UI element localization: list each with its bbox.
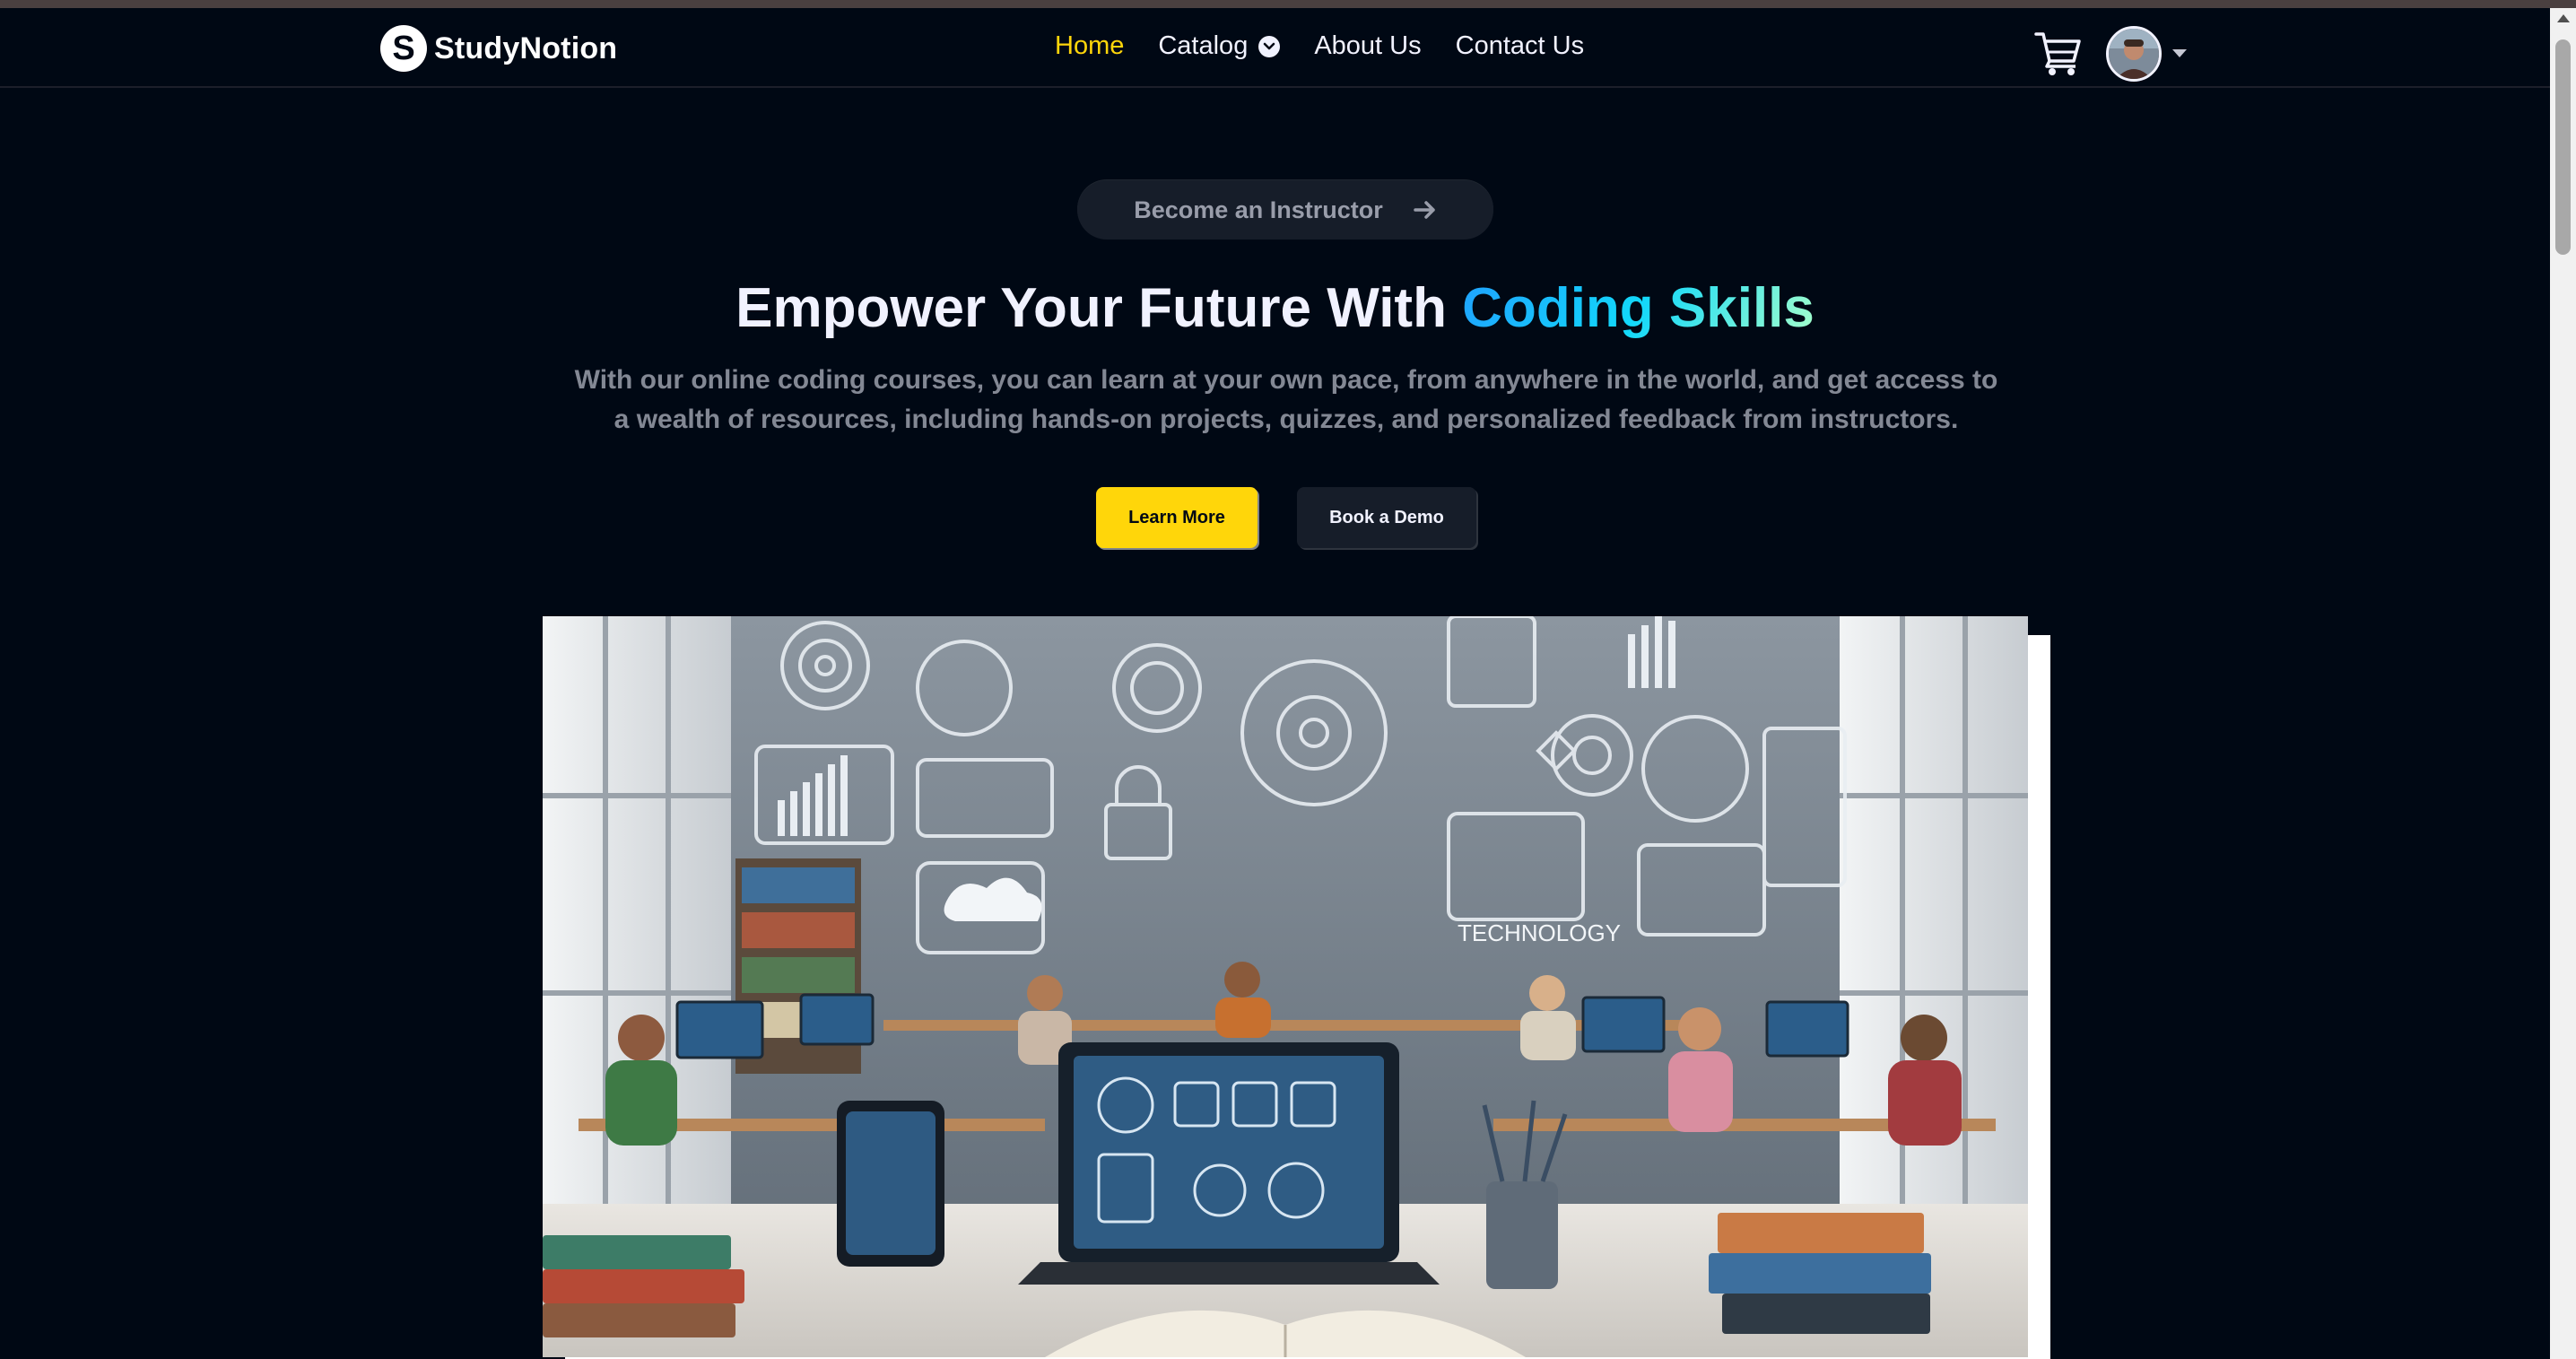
nav-item-label: Home [1055, 31, 1125, 60]
brand-name: StudyNotion [434, 30, 618, 65]
page-title: Empower Your Future With Coding Skills [0, 276, 2550, 340]
window-top-strip [0, 0, 2576, 8]
button-label: Become an Instructor [1134, 196, 1383, 223]
nav-item-contact[interactable]: Contact Us [1456, 31, 1584, 61]
top-navbar: S StudyNotion Home Catalog About Us Cont… [0, 8, 2550, 88]
logo-mark-icon: S [380, 25, 427, 72]
arrow-right-icon [1414, 201, 1435, 219]
nav-item-label: Contact Us [1455, 31, 1585, 60]
hero-description: With our online coding courses, you can … [574, 365, 1998, 434]
nav-item-home[interactable]: Home [1055, 31, 1124, 61]
learn-more-button[interactable]: Learn More [1096, 487, 1258, 548]
image-caption: TECHNOLOGY [1458, 919, 1621, 946]
nav-item-label: About Us [1314, 31, 1422, 60]
nav-item-about[interactable]: About Us [1314, 31, 1421, 61]
brand-logo[interactable]: S StudyNotion [380, 24, 617, 73]
nav-item-catalog[interactable]: Catalog [1158, 31, 1281, 61]
nav-links: Home Catalog About Us Contact Us [1055, 31, 1618, 61]
user-avatar[interactable] [2106, 26, 2162, 82]
title-text: Empower Your Future With [735, 277, 1463, 339]
nav-item-label: Catalog [1158, 31, 1249, 60]
scroll-up-arrow-icon[interactable] [2557, 14, 2570, 22]
chevron-down-icon [1258, 35, 1281, 57]
scrollbar-thumb[interactable] [2555, 39, 2571, 255]
become-instructor-button[interactable]: Become an Instructor [1077, 180, 1493, 240]
cart-icon[interactable] [2034, 30, 2083, 77]
book-demo-button[interactable]: Book a Demo [1297, 487, 1476, 548]
title-highlight: Coding Skills [1462, 277, 1815, 339]
hero-image: TECHNOLOGY [543, 616, 2028, 1357]
caret-down-icon[interactable] [2172, 49, 2187, 57]
